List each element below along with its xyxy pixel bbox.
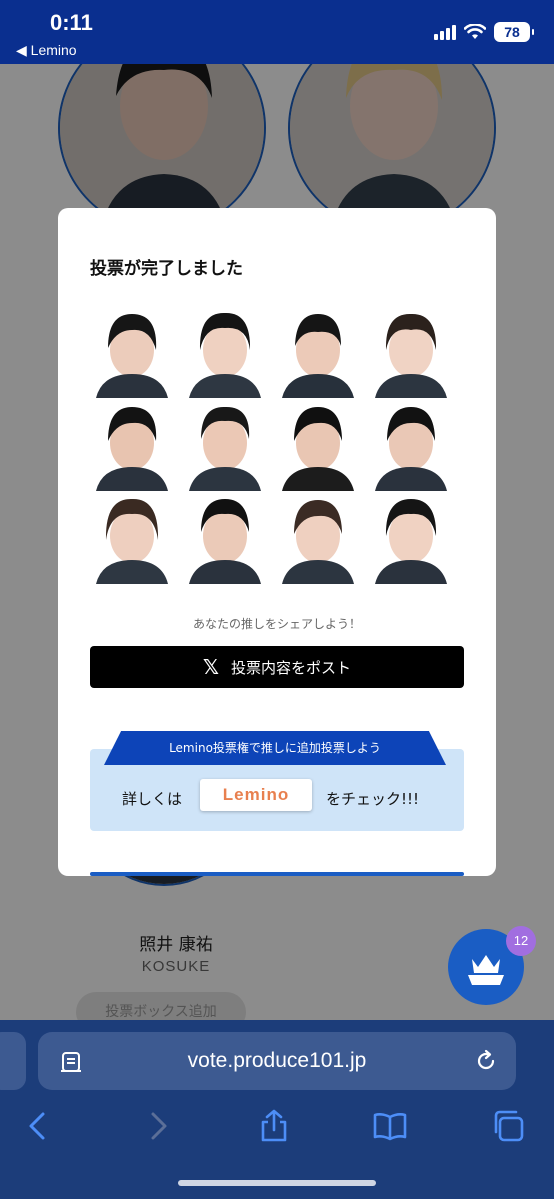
post-button-label: 投票内容をポスト [231,658,352,677]
reload-icon[interactable] [474,1049,498,1073]
lemino-link-button[interactable]: Lemino [200,779,312,811]
x-logo-icon: 𝕏 [202,655,220,679]
modal-title: 投票が完了しました [90,259,243,279]
voted-members-grid [92,308,470,587]
member-thumbnail [185,401,265,491]
clock: 0:11 [50,10,93,35]
member-thumbnail [371,494,451,584]
modal-bottom-accent [90,872,464,876]
back-to-app-link[interactable]: ◀ Lemino [16,42,77,59]
vote-complete-modal: 投票が完了しました あなたの推しをシェアしよう！ 𝕏 投票内容をポスト Lemi… [58,208,496,876]
promo-ribbon: Lemino投票権で推しに追加投票しよう [104,731,446,765]
tabs-icon[interactable] [490,1108,526,1144]
bookmarks-icon[interactable] [372,1108,408,1144]
cellular-signal-icon [434,24,456,40]
url-text: vote.produce101.jp [187,1049,367,1072]
member-thumbnail [371,308,451,398]
share-prompt: あなたの推しをシェアしよう！ [192,617,361,631]
member-thumbnail [92,494,172,584]
home-indicator [178,1180,376,1186]
status-bar: 0:11 ◀ Lemino 78 [0,0,554,64]
share-icon[interactable] [256,1108,292,1144]
promo-text-suffix: をチェック!!! [326,790,420,808]
status-icons: 78 [434,22,534,42]
browser-toolbar: vote.produce101.jp [0,1020,554,1199]
forward-arrow-icon[interactable] [140,1108,176,1144]
member-thumbnail [371,401,451,491]
member-thumbnail [278,401,358,491]
promo-text-prefix: 詳しくは [122,790,183,808]
member-thumbnail [92,401,172,491]
member-thumbnail [185,308,265,398]
member-thumbnail [278,308,358,398]
member-thumbnail [92,308,172,398]
vote-count-badge: 12 [506,926,536,956]
previous-tab-preview[interactable] [0,1032,26,1090]
wifi-icon [464,24,486,39]
member-thumbnail [185,494,265,584]
member-thumbnail [278,494,358,584]
post-to-x-button[interactable]: 𝕏 投票内容をポスト [90,646,464,688]
address-bar[interactable]: vote.produce101.jp [38,1032,516,1090]
battery-indicator: 78 [494,22,534,42]
back-arrow-icon[interactable] [20,1108,56,1144]
